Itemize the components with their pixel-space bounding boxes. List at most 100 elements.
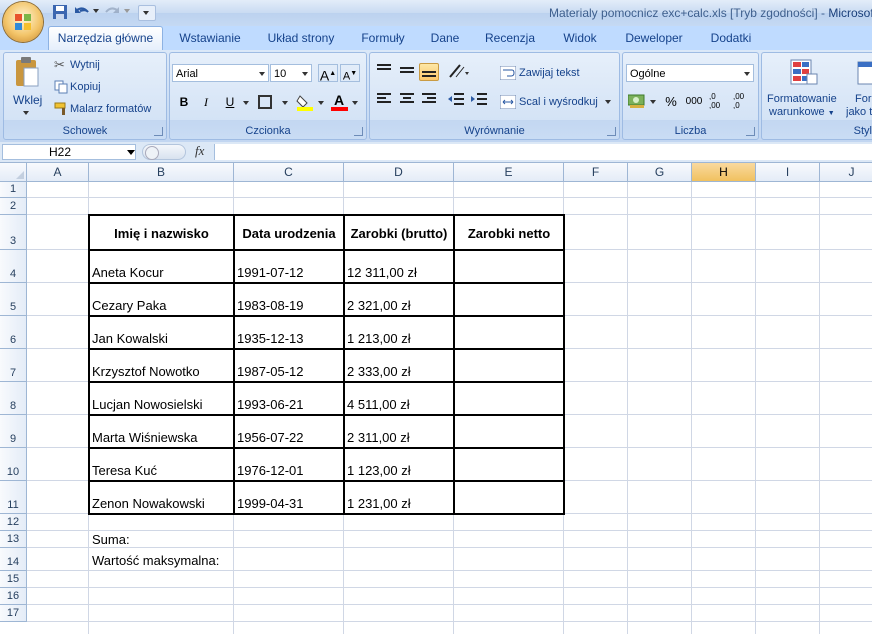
wrap-text-button[interactable]: Zawijaj tekst [500,65,620,81]
table-cell[interactable]: Zenon Nowakowski [92,496,205,511]
column-header-a[interactable]: A [27,163,89,182]
tab-page-layout[interactable]: Układ strony [258,27,344,49]
table-cell[interactable]: Aneta Kocur [92,265,164,280]
column-header-h[interactable]: H [692,163,756,182]
fill-dropdown-icon[interactable] [318,101,324,105]
font-size-select[interactable]: 10 [270,64,312,82]
insert-function-button[interactable]: fx [195,143,204,159]
bold-button[interactable]: B [174,93,194,111]
table-cell[interactable]: Lucjan Nowosielski [92,397,203,412]
row-header-10[interactable]: 10 [0,448,27,481]
table-cell[interactable]: 2 333,00 zł [347,364,411,379]
tab-home[interactable]: Narzędzia główne [48,26,163,51]
underline-dropdown-icon[interactable] [243,101,249,105]
row-header-9[interactable]: 9 [0,415,27,448]
select-all-button[interactable] [0,163,27,182]
increase-indent-button[interactable] [469,92,489,110]
borders-icon[interactable] [258,95,272,109]
dialog-launcher-icon[interactable] [154,127,163,136]
table-cell[interactable]: 1976-12-01 [237,463,304,478]
table-header-cell[interactable]: Data urodzenia [234,226,344,241]
customize-qat-button[interactable] [138,5,156,21]
column-header-j[interactable]: J [820,163,872,182]
decrease-decimal-button[interactable]: ,00 ,0 [733,92,755,112]
max-value-label[interactable]: Wartość maksymalna: [92,553,219,568]
formula-bar-splitter[interactable] [142,144,186,160]
table-cell[interactable]: Krzysztof Nowotko [92,364,200,379]
align-top-button[interactable] [374,63,394,81]
row-header-12[interactable]: 12 [0,514,27,531]
row-header-17[interactable]: 17 [0,605,27,622]
redo-dropdown-icon[interactable] [124,9,130,13]
tab-insert[interactable]: Wstawianie [170,27,250,49]
thousands-button[interactable]: 000 [683,93,705,111]
row-header-13[interactable]: 13 [0,531,27,548]
save-icon[interactable] [52,4,70,22]
column-header-f[interactable]: F [564,163,628,182]
tab-data[interactable]: Dane [422,27,468,49]
undo-dropdown-icon[interactable] [93,9,99,13]
table-cell[interactable]: 12 311,00 zł [347,265,417,280]
row-header-16[interactable]: 16 [0,588,27,605]
row-header-8[interactable]: 8 [0,382,27,415]
table-cell[interactable]: Teresa Kuć [92,463,157,478]
table-cell[interactable]: Cezary Paka [92,298,166,313]
table-cell[interactable]: 1993-06-21 [237,397,304,412]
row-header-7[interactable]: 7 [0,349,27,382]
tab-review[interactable]: Recenzja [478,27,542,49]
font-color-dropdown-icon[interactable] [352,101,358,105]
column-header-b[interactable]: B [89,163,234,182]
tab-developer[interactable]: Deweloper [616,27,692,49]
align-middle-button[interactable] [397,63,417,81]
office-button[interactable] [3,2,43,42]
table-header-cell[interactable]: Zarobki netto [454,226,564,241]
row-header-11[interactable]: 11 [0,481,27,514]
dialog-launcher-icon[interactable] [746,127,755,136]
row-header-2[interactable]: 2 [0,198,27,215]
table-cell[interactable]: 2 311,00 zł [347,430,410,445]
table-cell[interactable]: 1 213,00 zł [347,331,411,346]
increase-decimal-button[interactable]: ,0 ,00 [709,92,731,112]
row-header-15[interactable]: 15 [0,571,27,588]
table-cell[interactable]: 4 511,00 zł [347,397,410,412]
table-cell[interactable]: 1935-12-13 [237,331,304,346]
table-cell[interactable]: 1991-07-12 [237,265,304,280]
row-header-5[interactable]: 5 [0,283,27,316]
table-cell[interactable]: 1 123,00 zł [347,463,411,478]
table-cell[interactable]: 1983-08-19 [237,298,304,313]
cut-button[interactable]: ✂ Wytnij [52,57,162,73]
column-header-g[interactable]: G [628,163,692,182]
column-header-d[interactable]: D [344,163,454,182]
table-cell[interactable]: 1 231,00 zł [347,496,411,511]
dialog-launcher-icon[interactable] [607,127,616,136]
font-color-button[interactable]: A [330,92,350,111]
sum-label[interactable]: Suma: [92,532,130,547]
align-center-button[interactable] [397,92,417,110]
merge-center-button[interactable]: Scal i wyśrodkuj [500,94,616,110]
column-header-i[interactable]: I [756,163,820,182]
row-header-4[interactable]: 4 [0,250,27,283]
row-header-1[interactable]: 1 [0,182,27,198]
italic-button[interactable]: I [196,93,216,111]
number-format-select[interactable]: Ogólne [626,64,754,82]
name-box[interactable]: H22 [2,144,136,160]
format-as-table-button[interactable]: For jako t [846,56,872,122]
formula-input[interactable] [214,144,872,160]
row-header-3[interactable]: 3 [0,215,27,250]
tab-formulas[interactable]: Formuły [352,27,414,49]
percent-button[interactable]: % [661,93,681,111]
font-name-select[interactable]: Arial [172,64,269,82]
copy-button[interactable]: Kopiuj [52,79,162,95]
shrink-font-button[interactable]: A▼ [340,64,360,83]
paste-button[interactable]: Wklej [10,56,44,118]
table-cell[interactable]: Jan Kowalski [92,331,168,346]
row-header-6[interactable]: 6 [0,316,27,349]
table-cell[interactable]: Marta Wiśniewska [92,430,197,445]
row-header-14[interactable]: 14 [0,548,27,571]
column-header-c[interactable]: C [234,163,344,182]
currency-button[interactable] [627,93,658,111]
align-right-button[interactable] [419,92,439,110]
table-header-cell[interactable]: Imię i nazwisko [89,226,234,241]
grow-font-button[interactable]: A▲ [318,64,338,84]
align-left-button[interactable] [374,92,394,110]
